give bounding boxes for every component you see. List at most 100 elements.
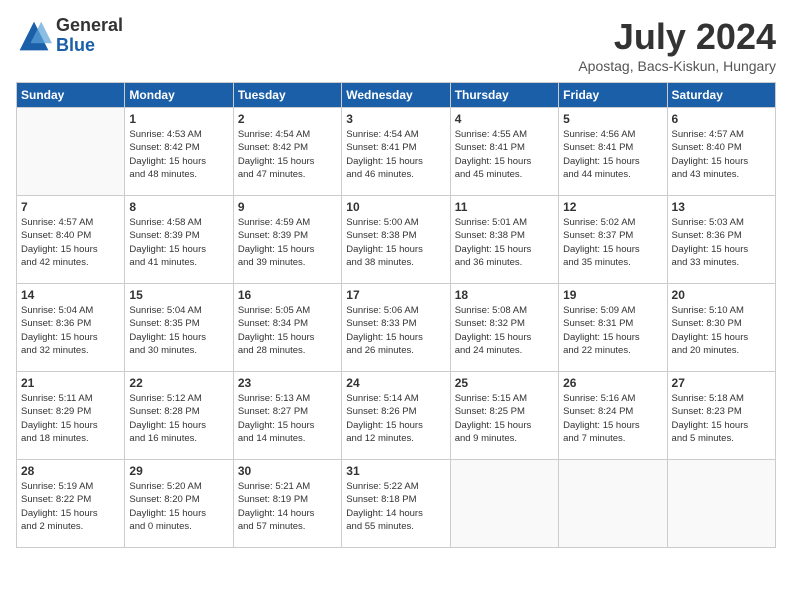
day-number: 25 [455,376,554,390]
calendar-cell [667,460,775,548]
day-info: Sunrise: 4:57 AM Sunset: 8:40 PM Dayligh… [21,216,120,269]
column-header-saturday: Saturday [667,83,775,108]
day-info: Sunrise: 4:56 AM Sunset: 8:41 PM Dayligh… [563,128,662,181]
day-info: Sunrise: 5:11 AM Sunset: 8:29 PM Dayligh… [21,392,120,445]
month-title: July 2024 [578,16,776,58]
calendar-table: SundayMondayTuesdayWednesdayThursdayFrid… [16,82,776,548]
calendar-cell: 5 Sunrise: 4:56 AM Sunset: 8:41 PM Daylig… [559,108,667,196]
day-info: Sunrise: 5:01 AM Sunset: 8:38 PM Dayligh… [455,216,554,269]
day-number: 14 [21,288,120,302]
column-header-wednesday: Wednesday [342,83,450,108]
logo-icon [16,18,52,54]
calendar-cell: 9Sunrise: 4:59 AM Sunset: 8:39 PM Daylig… [233,196,341,284]
day-number: 29 [129,464,228,478]
day-number: 5 [563,112,662,126]
day-info: Sunrise: 5:00 AM Sunset: 8:38 PM Dayligh… [346,216,445,269]
logo: General Blue [16,16,123,56]
day-number: 3 [346,112,445,126]
day-number: 21 [21,376,120,390]
day-info: Sunrise: 5:09 AM Sunset: 8:31 PM Dayligh… [563,304,662,357]
day-number: 13 [672,200,771,214]
calendar-cell: 4Sunrise: 4:55 AM Sunset: 8:41 PM Daylig… [450,108,558,196]
day-number: 11 [455,200,554,214]
day-number: 9 [238,200,337,214]
calendar-cell: 23 Sunrise: 5:13 AM Sunset: 8:27 PM Dayli… [233,372,341,460]
day-info: Sunrise: 5:16 AM Sunset: 8:24 PM Dayligh… [563,392,662,445]
page-header: General Blue July 2024 Apostag, Bacs-Kis… [16,16,776,74]
calendar-cell: 29 Sunrise: 5:20 AM Sunset: 8:20 PM Dayli… [125,460,233,548]
calendar-cell: 12 Sunrise: 5:02 AM Sunset: 8:37 PM Dayli… [559,196,667,284]
calendar-cell: 24 Sunrise: 5:14 AM Sunset: 8:26 PM Dayli… [342,372,450,460]
day-info: Sunrise: 5:14 AM Sunset: 8:26 PM Dayligh… [346,392,445,445]
day-number: 31 [346,464,445,478]
calendar-cell [450,460,558,548]
calendar-cell: 20 Sunrise: 5:10 AM Sunset: 8:30 PM Dayli… [667,284,775,372]
day-info: Sunrise: 5:04 AM Sunset: 8:36 PM Dayligh… [21,304,120,357]
calendar-cell: 18Sunrise: 5:08 AM Sunset: 8:32 PM Dayli… [450,284,558,372]
column-header-friday: Friday [559,83,667,108]
day-number: 24 [346,376,445,390]
day-info: Sunrise: 5:02 AM Sunset: 8:37 PM Dayligh… [563,216,662,269]
day-info: Sunrise: 5:06 AM Sunset: 8:33 PM Dayligh… [346,304,445,357]
calendar-cell: 31 Sunrise: 5:22 AM Sunset: 8:18 PM Dayli… [342,460,450,548]
day-number: 23 [238,376,337,390]
calendar-cell: 15Sunrise: 5:04 AM Sunset: 8:35 PM Dayli… [125,284,233,372]
location: Apostag, Bacs-Kiskun, Hungary [578,58,776,74]
day-number: 16 [238,288,337,302]
day-info: Sunrise: 4:54 AM Sunset: 8:42 PM Dayligh… [238,128,337,181]
day-info: Sunrise: 5:21 AM Sunset: 8:19 PM Dayligh… [238,480,337,533]
calendar-cell [559,460,667,548]
week-row-4: 21 Sunrise: 5:11 AM Sunset: 8:29 PM Dayli… [17,372,776,460]
calendar-cell: 21 Sunrise: 5:11 AM Sunset: 8:29 PM Dayli… [17,372,125,460]
column-header-monday: Monday [125,83,233,108]
week-row-3: 14 Sunrise: 5:04 AM Sunset: 8:36 PM Dayli… [17,284,776,372]
day-info: Sunrise: 4:57 AM Sunset: 8:40 PM Dayligh… [672,128,771,181]
calendar-cell: 28 Sunrise: 5:19 AM Sunset: 8:22 PM Dayli… [17,460,125,548]
day-number: 20 [672,288,771,302]
day-info: Sunrise: 5:03 AM Sunset: 8:36 PM Dayligh… [672,216,771,269]
calendar-cell [17,108,125,196]
column-header-sunday: Sunday [17,83,125,108]
calendar-cell: 13 Sunrise: 5:03 AM Sunset: 8:36 PM Dayli… [667,196,775,284]
day-number: 2 [238,112,337,126]
logo-blue: Blue [56,36,123,56]
day-number: 10 [346,200,445,214]
day-info: Sunrise: 5:13 AM Sunset: 8:27 PM Dayligh… [238,392,337,445]
day-number: 27 [672,376,771,390]
calendar-cell: 7 Sunrise: 4:57 AM Sunset: 8:40 PM Daylig… [17,196,125,284]
day-number: 18 [455,288,554,302]
calendar-cell: 3 Sunrise: 4:54 AM Sunset: 8:41 PM Daylig… [342,108,450,196]
day-info: Sunrise: 5:19 AM Sunset: 8:22 PM Dayligh… [21,480,120,533]
day-number: 6 [672,112,771,126]
day-number: 15 [129,288,228,302]
day-number: 1 [129,112,228,126]
column-header-tuesday: Tuesday [233,83,341,108]
week-row-5: 28 Sunrise: 5:19 AM Sunset: 8:22 PM Dayli… [17,460,776,548]
day-number: 19 [563,288,662,302]
day-number: 8 [129,200,228,214]
calendar-cell: 10 Sunrise: 5:00 AM Sunset: 8:38 PM Dayli… [342,196,450,284]
day-info: Sunrise: 5:22 AM Sunset: 8:18 PM Dayligh… [346,480,445,533]
calendar-cell: 2 Sunrise: 4:54 AM Sunset: 8:42 PM Daylig… [233,108,341,196]
week-row-2: 7 Sunrise: 4:57 AM Sunset: 8:40 PM Daylig… [17,196,776,284]
day-info: Sunrise: 4:53 AM Sunset: 8:42 PM Dayligh… [129,128,228,181]
week-row-1: 1 Sunrise: 4:53 AM Sunset: 8:42 PM Daylig… [17,108,776,196]
calendar-cell: 16Sunrise: 5:05 AM Sunset: 8:34 PM Dayli… [233,284,341,372]
day-number: 12 [563,200,662,214]
calendar-cell: 1 Sunrise: 4:53 AM Sunset: 8:42 PM Daylig… [125,108,233,196]
calendar-cell: 6 Sunrise: 4:57 AM Sunset: 8:40 PM Daylig… [667,108,775,196]
day-number: 4 [455,112,554,126]
day-number: 7 [21,200,120,214]
calendar-cell: 17Sunrise: 5:06 AM Sunset: 8:33 PM Dayli… [342,284,450,372]
day-number: 28 [21,464,120,478]
day-info: Sunrise: 5:10 AM Sunset: 8:30 PM Dayligh… [672,304,771,357]
day-info: Sunrise: 5:12 AM Sunset: 8:28 PM Dayligh… [129,392,228,445]
calendar-cell: 27 Sunrise: 5:18 AM Sunset: 8:23 PM Dayli… [667,372,775,460]
day-info: Sunrise: 5:20 AM Sunset: 8:20 PM Dayligh… [129,480,228,533]
calendar-cell: 22Sunrise: 5:12 AM Sunset: 8:28 PM Dayli… [125,372,233,460]
day-info: Sunrise: 4:54 AM Sunset: 8:41 PM Dayligh… [346,128,445,181]
calendar-cell: 25 Sunrise: 5:15 AM Sunset: 8:25 PM Dayli… [450,372,558,460]
day-info: Sunrise: 5:18 AM Sunset: 8:23 PM Dayligh… [672,392,771,445]
calendar-header-row: SundayMondayTuesdayWednesdayThursdayFrid… [17,83,776,108]
day-info: Sunrise: 5:15 AM Sunset: 8:25 PM Dayligh… [455,392,554,445]
